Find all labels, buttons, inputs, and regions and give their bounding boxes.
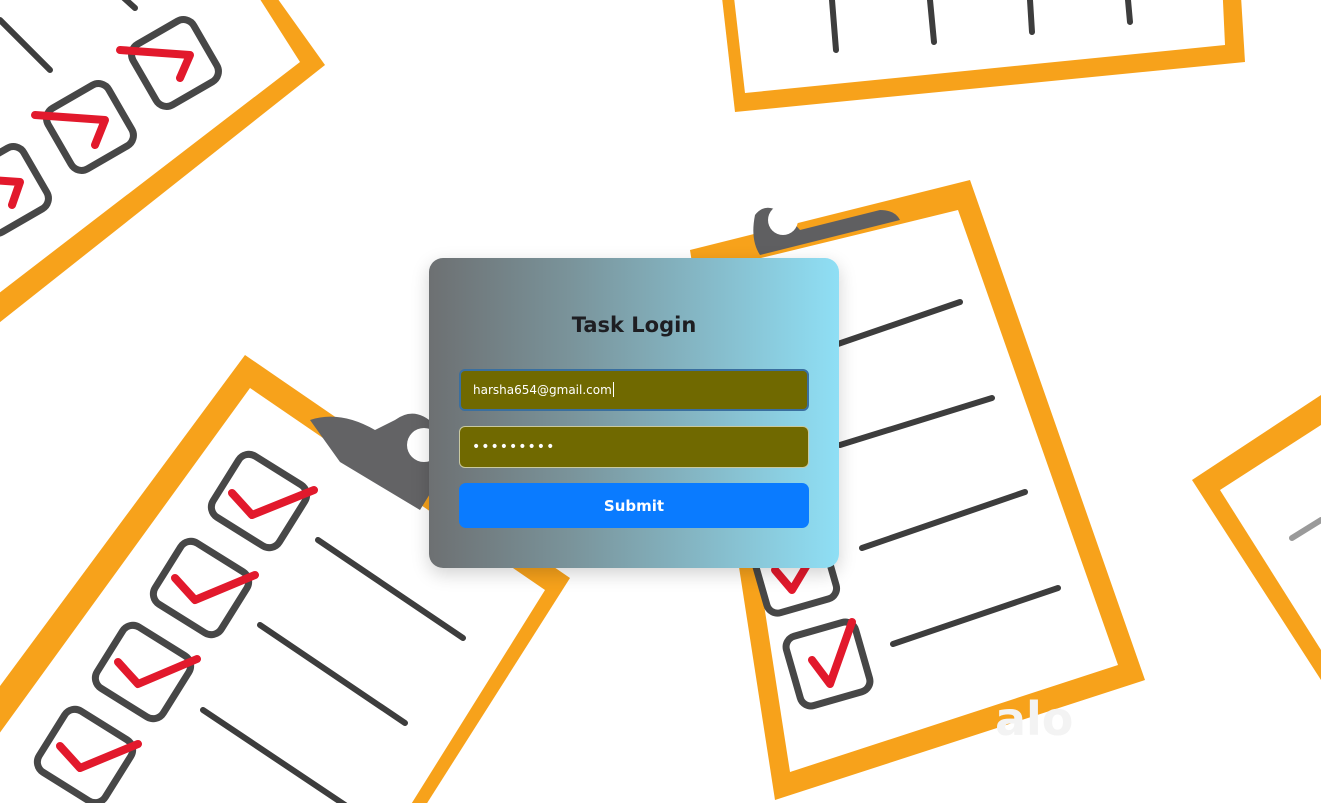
text-cursor	[612, 382, 614, 397]
watermark-fragment: alo	[995, 692, 1073, 746]
password-mask: •••••••••	[472, 439, 556, 455]
login-title: Task Login	[571, 313, 697, 337]
login-card: Task Login harsha654@gmail.com •••••••••…	[429, 258, 839, 568]
email-value: harsha654@gmail.com	[473, 383, 612, 397]
clipboard-right-edge-illustration	[1192, 395, 1321, 680]
email-input[interactable]: harsha654@gmail.com	[459, 369, 809, 411]
submit-button[interactable]: Submit	[459, 483, 809, 528]
clipboard-top-center-illustration	[722, 0, 1245, 112]
password-input[interactable]: •••••••••	[459, 426, 809, 468]
clipboard-top-left-illustration	[0, 0, 325, 323]
login-page: alo Task Login harsha654@gmail.com •••••…	[0, 0, 1321, 803]
